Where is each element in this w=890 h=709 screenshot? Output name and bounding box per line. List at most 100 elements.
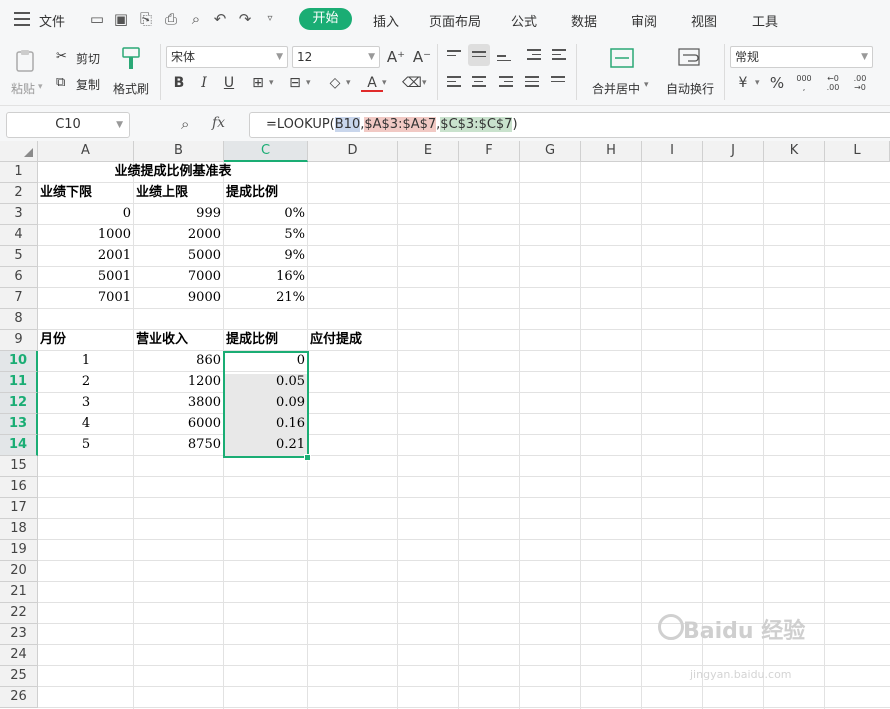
row-header-20[interactable]: 20	[0, 561, 38, 582]
select-all-corner[interactable]	[0, 141, 38, 162]
column-header-b[interactable]: B	[134, 141, 224, 162]
column-header-c[interactable]: C	[224, 141, 308, 162]
align-right-icon[interactable]	[499, 76, 513, 90]
cell-c5[interactable]: 9%	[224, 246, 308, 266]
row-header-17[interactable]: 17	[0, 498, 38, 519]
row-header-5[interactable]: 5	[0, 246, 38, 267]
copy-button[interactable]: 复制	[76, 76, 100, 93]
font-size-select[interactable]: 12 ▼	[292, 46, 380, 68]
cell-b10[interactable]: 860	[134, 351, 224, 371]
chevron-down-icon[interactable]: ▾	[306, 78, 311, 88]
format-painter-icon[interactable]	[120, 46, 142, 72]
column-header-a[interactable]: A	[38, 141, 134, 162]
cell-b5[interactable]: 5000	[134, 246, 224, 266]
underline-icon[interactable]: U	[218, 72, 240, 94]
save-icon[interactable]: ▣	[112, 10, 130, 28]
cell-b3[interactable]: 999	[134, 204, 224, 224]
cell-c9[interactable]: 提成比例	[226, 330, 308, 350]
cell-a5[interactable]: 2001	[38, 246, 134, 266]
column-header-j[interactable]: J	[703, 141, 764, 162]
row-header-21[interactable]: 21	[0, 582, 38, 603]
cell-b13[interactable]: 6000	[134, 414, 224, 434]
cell-a10[interactable]: 1	[38, 351, 134, 371]
zoom-search-icon[interactable]: ⌕	[181, 115, 189, 133]
row-header-8[interactable]: 8	[0, 309, 38, 330]
cut-button[interactable]: 剪切	[76, 50, 100, 67]
chevron-down-icon[interactable]: ▾	[644, 80, 649, 90]
cell-a12[interactable]: 3	[38, 393, 134, 413]
row-header-18[interactable]: 18	[0, 519, 38, 540]
cell-c4[interactable]: 5%	[224, 225, 308, 245]
row-header-14[interactable]: 14	[0, 435, 38, 456]
row-header-24[interactable]: 24	[0, 645, 38, 666]
row-header-26[interactable]: 26	[0, 687, 38, 708]
cell-a3[interactable]: 0	[38, 204, 134, 224]
formula-input[interactable]: =LOOKUP(B10,$A$3:$A$7,$C$3:$C$7)	[249, 112, 890, 138]
fx-insert-function-button[interactable]: fx	[212, 115, 225, 131]
decrease-font-size-icon[interactable]: A⁻	[411, 46, 433, 68]
cell-b14[interactable]: 8750	[134, 435, 224, 455]
tab-page-layout[interactable]: 页面布局	[429, 11, 481, 30]
cell-c7[interactable]: 21%	[224, 288, 308, 308]
cell-a2[interactable]: 业绩下限	[40, 183, 134, 203]
cell-b6[interactable]: 7000	[134, 267, 224, 287]
chevron-down-icon[interactable]: ▾	[755, 78, 760, 88]
row-header-15[interactable]: 15	[0, 456, 38, 477]
cell-a11[interactable]: 2	[38, 372, 134, 392]
font-name-select[interactable]: 宋体 ▼	[166, 46, 288, 68]
column-header-d[interactable]: D	[308, 141, 398, 162]
row-header-16[interactable]: 16	[0, 477, 38, 498]
currency-icon[interactable]: ¥	[732, 72, 754, 94]
row-header-11[interactable]: 11	[0, 372, 38, 393]
cell-a9[interactable]: 月份	[40, 330, 134, 350]
row-header-22[interactable]: 22	[0, 603, 38, 624]
tab-insert[interactable]: 插入	[373, 11, 399, 30]
distributed-align-icon[interactable]	[551, 76, 565, 85]
row-header-3[interactable]: 3	[0, 204, 38, 225]
wrap-text-icon[interactable]	[677, 46, 703, 70]
name-box[interactable]: C10 ▼	[6, 112, 130, 138]
column-header-f[interactable]: F	[459, 141, 520, 162]
print-preview-icon[interactable]: ⌕	[187, 10, 205, 28]
align-top-icon[interactable]	[447, 50, 461, 59]
italic-icon[interactable]: I	[193, 72, 215, 94]
row-header-13[interactable]: 13	[0, 414, 38, 435]
chevron-down-icon[interactable]: ▾	[346, 78, 351, 88]
copy-icon[interactable]: ⧉	[56, 75, 65, 90]
chevron-down-icon[interactable]: ▾	[382, 78, 387, 88]
merge-center-icon[interactable]	[609, 46, 635, 70]
wrap-text-button[interactable]: 自动换行	[666, 80, 714, 97]
clear-format-icon[interactable]: ⌫	[401, 72, 423, 94]
tab-formulas[interactable]: 公式	[511, 11, 537, 30]
column-header-k[interactable]: K	[764, 141, 825, 162]
cell-b11[interactable]: 1200	[134, 372, 224, 392]
file-menu[interactable]: 文件	[39, 11, 65, 30]
bold-icon[interactable]: B	[168, 72, 190, 94]
cell-a13[interactable]: 4	[38, 414, 134, 434]
cell-b4[interactable]: 2000	[134, 225, 224, 245]
cell-c6[interactable]: 16%	[224, 267, 308, 287]
cell-a7[interactable]: 7001	[38, 288, 134, 308]
justify-icon[interactable]	[525, 76, 539, 90]
row-header-10[interactable]: 10	[0, 351, 38, 372]
merge-center-button[interactable]: 合并居中	[592, 80, 640, 97]
row-header-1[interactable]: 1	[0, 162, 38, 183]
cell-a4[interactable]: 1000	[38, 225, 134, 245]
chevron-down-icon[interactable]: ▾	[422, 78, 427, 88]
column-header-e[interactable]: E	[398, 141, 459, 162]
paste-icon[interactable]	[12, 48, 38, 74]
fill-handle[interactable]	[304, 454, 311, 461]
border-icon[interactable]: ⊞	[247, 72, 269, 94]
cell-b2[interactable]: 业绩上限	[136, 183, 224, 203]
open-folder-icon[interactable]: ▭	[88, 10, 106, 28]
row-header-12[interactable]: 12	[0, 393, 38, 414]
tab-data[interactable]: 数据	[571, 11, 597, 30]
chevron-down-icon[interactable]: ▾	[269, 78, 274, 88]
row-header-4[interactable]: 4	[0, 225, 38, 246]
decrease-indent-icon[interactable]	[527, 49, 541, 63]
row-header-23[interactable]: 23	[0, 624, 38, 645]
comma-style-icon[interactable]: 000,	[793, 72, 815, 94]
tab-tools[interactable]: 工具	[752, 11, 778, 30]
fill-color-icon[interactable]: ◇	[324, 72, 346, 94]
cell-c3[interactable]: 0%	[224, 204, 308, 224]
